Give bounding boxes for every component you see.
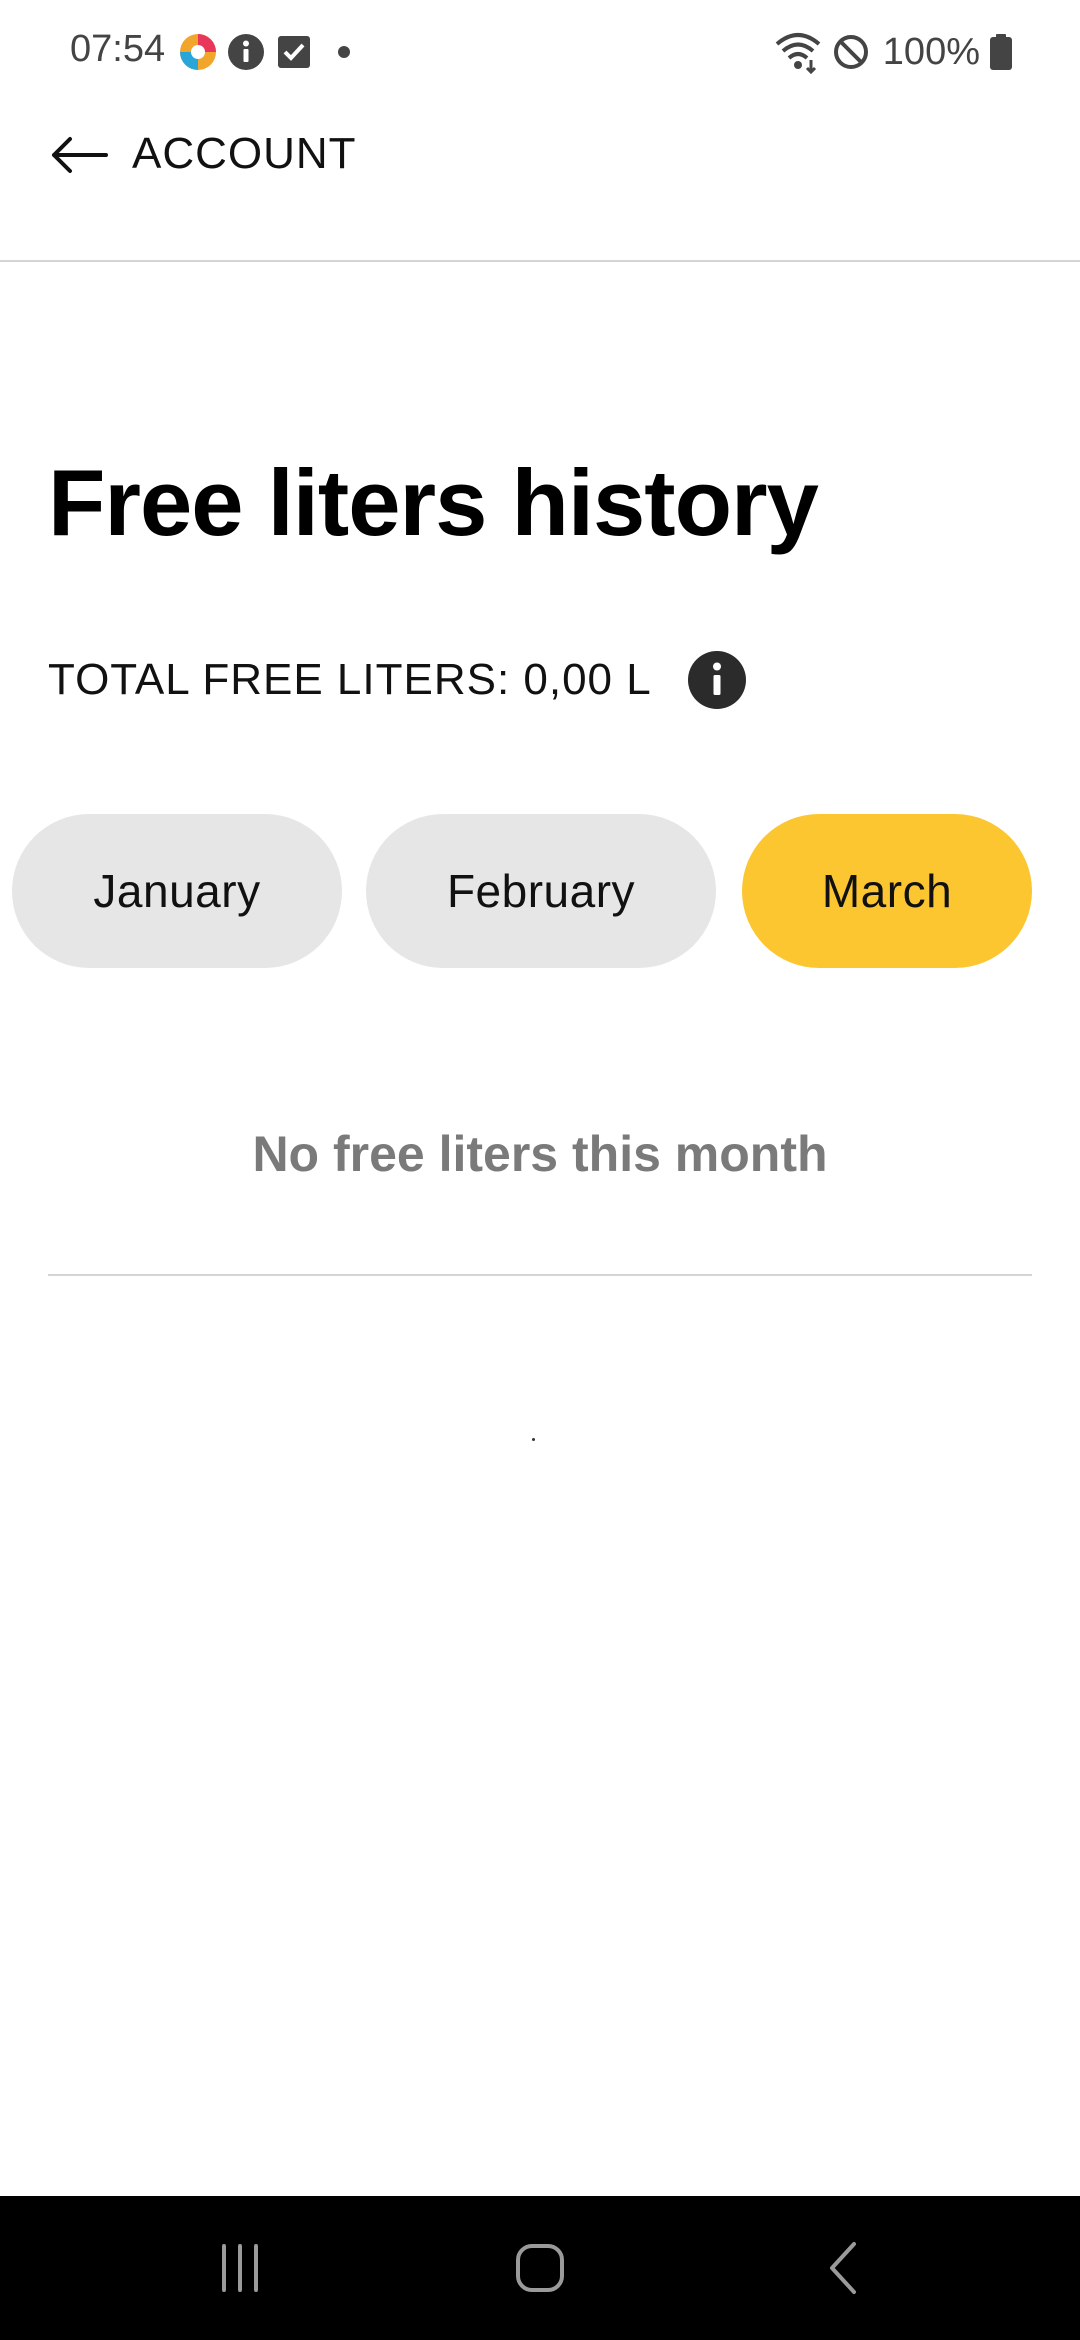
colorful-app-icon [180,34,216,70]
system-status-group: 100% [773,26,1012,78]
month-pill-label: March [821,865,953,917]
checkbox-icon [278,36,310,68]
screen: 07:54 100% ACCOUNT Free liters history T… [0,0,1080,2340]
month-pill-march[interactable]: March [742,814,1032,968]
home-button[interactable] [490,2218,590,2318]
page-title: Free liters history [48,450,819,555]
dot-icon [338,46,350,58]
month-pill-january[interactable]: January [12,814,342,968]
total-free-liters-row: TOTAL FREE LITERS: 0,00 L [48,646,746,714]
info-icon [712,662,721,695]
month-pill-february[interactable]: February [366,814,716,968]
back-icon [830,2242,856,2294]
nav-back-button[interactable] [794,2218,894,2318]
recents-button[interactable] [190,2218,290,2318]
month-pill-label: January [93,865,261,917]
status-bar: 07:54 100% [0,0,1080,104]
info-button[interactable] [687,651,746,709]
status-time: 07:54 [70,28,166,70]
loading-dot [532,1438,535,1441]
app-bar: ACCOUNT [0,104,1080,262]
total-free-liters-label: TOTAL FREE LITERS: 0,00 L [48,655,652,704]
battery-percentage: 100% [882,30,980,73]
divider [48,1274,1032,1276]
info-icon [228,34,264,70]
system-navigation-bar [0,2196,1080,2340]
recents-icon [222,2244,258,2292]
home-icon [516,2244,564,2292]
empty-state-message: No free liters this month [252,1126,828,1182]
battery-icon [990,34,1012,70]
app-bar-title: ACCOUNT [132,129,357,178]
arrow-left-icon [52,137,108,173]
month-pill-label: February [446,865,636,917]
dnd-icon [833,35,868,69]
back-button[interactable] [44,120,114,190]
wifi-icon [775,33,821,74]
